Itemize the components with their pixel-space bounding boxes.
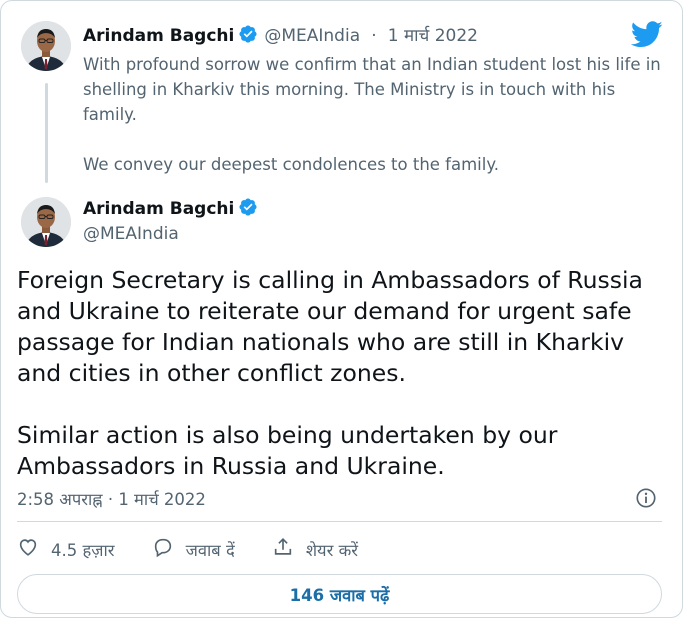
main-tweet-author: Arindam Bagchi [83,197,258,221]
twitter-bird-icon[interactable] [630,21,663,52]
reply-paragraph: We convey our deepest condolences to the… [83,155,499,174]
tweet-time: 2:58 अपराह्न [17,490,103,509]
heart-icon [17,536,51,562]
verified-badge-icon [238,197,258,221]
reply-tweet-text: With profound sorrow we confirm that an … [83,52,663,177]
speech-bubble-icon [152,536,186,562]
avatar[interactable] [21,21,71,71]
verified-badge-icon [238,24,258,48]
thread-connector-line [45,83,48,183]
author-name[interactable]: Arindam Bagchi [83,26,234,46]
reply-button[interactable]: जवाब दें [152,536,235,562]
author-name[interactable]: Arindam Bagchi [83,199,234,219]
author-handle[interactable]: @MEAIndia [264,26,360,46]
tweet-date[interactable]: 1 मार्च 2022 [388,26,478,46]
reply-tweet-header: Arindam Bagchi @MEAIndia · 1 मार्च 2022 [83,23,478,48]
separator-dot: · [107,490,114,509]
like-button[interactable]: 4.5 हज़ार [17,536,115,562]
tweet-timestamp[interactable]: 2:58 अपराह्न · 1 मार्च 2022 [17,487,206,510]
author-handle[interactable]: @MEAIndia [83,224,179,244]
share-label: शेयर करें [305,540,359,560]
divider [17,521,662,522]
share-button[interactable]: शेयर करें [272,536,358,562]
tweet-actions: 4.5 हज़ार जवाब दें शेयर करें [17,536,390,564]
separator-dot: · [371,26,377,46]
main-tweet-text: Foreign Secretary is calling in Ambassad… [17,266,643,480]
tweet-card: Arindam Bagchi @MEAIndia · 1 मार्च 2022 W… [0,0,683,618]
info-icon[interactable] [635,487,657,513]
reply-paragraph: With profound sorrow we confirm that an … [83,55,661,124]
reply-label: जवाब दें [185,540,235,560]
avatar[interactable] [21,197,71,247]
share-icon [272,536,306,562]
tweet-date: 1 मार्च 2022 [118,490,206,509]
read-replies-button[interactable]: 146 जवाब पढ़ें [17,574,662,614]
like-count: 4.5 हज़ार [51,540,115,560]
